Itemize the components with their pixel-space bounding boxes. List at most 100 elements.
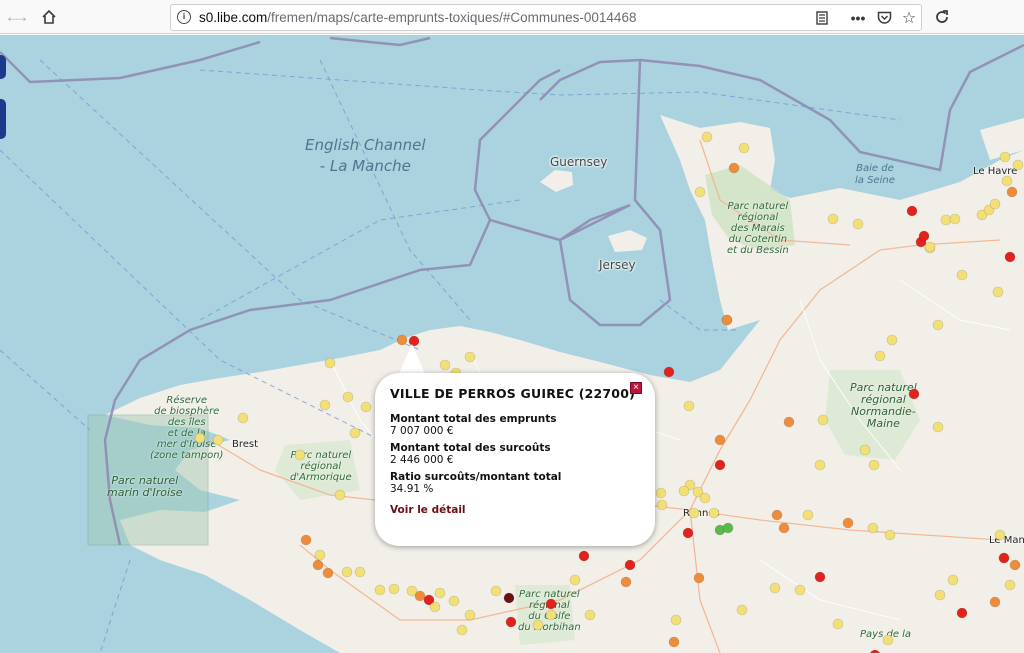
commune-marker[interactable]: [867, 522, 879, 534]
commune-marker[interactable]: [1001, 175, 1013, 187]
commune-marker[interactable]: [1006, 186, 1018, 198]
commune-marker[interactable]: [842, 517, 854, 529]
commune-marker[interactable]: [994, 529, 1006, 541]
commune-marker[interactable]: [874, 350, 886, 362]
commune-marker[interactable]: [1009, 559, 1021, 571]
commune-marker[interactable]: [999, 151, 1011, 163]
commune-marker[interactable]: [314, 549, 326, 561]
commune-marker[interactable]: [924, 241, 936, 253]
commune-marker[interactable]: [505, 616, 517, 628]
commune-marker[interactable]: [932, 319, 944, 331]
map-canvas[interactable]: English Channel - La Manche Baie de la S…: [0, 35, 1024, 653]
commune-marker[interactable]: [956, 607, 968, 619]
commune-marker[interactable]: [694, 186, 706, 198]
commune-marker[interactable]: [1004, 251, 1016, 263]
commune-marker[interactable]: [699, 492, 711, 504]
commune-marker[interactable]: [237, 412, 249, 424]
commune-marker[interactable]: [545, 598, 557, 610]
commune-marker[interactable]: [989, 198, 1001, 210]
commune-marker[interactable]: [300, 534, 312, 546]
commune-marker[interactable]: [342, 391, 354, 403]
bookmark-star-icon[interactable]: ☆: [898, 8, 920, 28]
commune-marker[interactable]: [212, 434, 224, 446]
commune-marker[interactable]: [688, 507, 700, 519]
commune-marker[interactable]: [693, 572, 705, 584]
commune-marker[interactable]: [817, 414, 829, 426]
reader-view-icon[interactable]: [811, 8, 833, 28]
commune-marker[interactable]: [814, 571, 826, 583]
commune-marker[interactable]: [532, 619, 544, 631]
commune-marker[interactable]: [949, 213, 961, 225]
commune-marker[interactable]: [992, 286, 1004, 298]
commune-marker[interactable]: [714, 459, 726, 471]
commune-marker[interactable]: [464, 609, 476, 621]
commune-marker[interactable]: [349, 427, 361, 439]
commune-marker[interactable]: [778, 522, 790, 534]
commune-marker[interactable]: [794, 584, 806, 596]
commune-marker[interactable]: [545, 609, 557, 621]
forward-arrow-icon[interactable]: →: [8, 4, 34, 30]
commune-marker[interactable]: [624, 559, 636, 571]
commune-marker[interactable]: [663, 366, 675, 378]
commune-marker[interactable]: [360, 401, 372, 413]
popup-close-icon[interactable]: ×: [630, 382, 642, 394]
commune-marker[interactable]: [319, 399, 331, 411]
commune-marker[interactable]: [194, 432, 206, 444]
commune-marker[interactable]: [490, 585, 502, 597]
commune-marker[interactable]: [683, 400, 695, 412]
commune-marker[interactable]: [989, 596, 1001, 608]
commune-marker[interactable]: [884, 529, 896, 541]
page-actions-icon[interactable]: •••: [847, 8, 869, 28]
commune-marker[interactable]: [932, 421, 944, 433]
commune-marker[interactable]: [354, 566, 366, 578]
commune-marker[interactable]: [956, 269, 968, 281]
commune-marker[interactable]: [802, 509, 814, 521]
commune-marker[interactable]: [334, 489, 346, 501]
commune-marker[interactable]: [464, 351, 476, 363]
see-detail-link[interactable]: Voir le détail: [390, 504, 466, 516]
pocket-icon[interactable]: [873, 8, 895, 28]
home-icon[interactable]: [36, 4, 62, 30]
commune-marker[interactable]: [341, 566, 353, 578]
commune-marker[interactable]: [714, 434, 726, 446]
commune-marker[interactable]: [456, 624, 468, 636]
commune-marker[interactable]: [934, 589, 946, 601]
commune-marker[interactable]: [738, 142, 750, 154]
commune-marker[interactable]: [670, 614, 682, 626]
commune-marker[interactable]: [294, 449, 306, 461]
commune-marker[interactable]: [448, 595, 460, 607]
commune-marker[interactable]: [868, 459, 880, 471]
commune-marker[interactable]: [324, 357, 336, 369]
commune-marker[interactable]: [701, 131, 713, 143]
commune-marker[interactable]: [827, 213, 839, 225]
commune-marker[interactable]: [947, 574, 959, 586]
commune-marker[interactable]: [882, 634, 894, 646]
commune-marker[interactable]: [886, 334, 898, 346]
commune-marker[interactable]: [736, 604, 748, 616]
commune-marker[interactable]: [814, 459, 826, 471]
commune-marker[interactable]: [668, 636, 680, 648]
commune-marker[interactable]: [728, 162, 740, 174]
commune-marker[interactable]: [918, 230, 930, 242]
commune-marker[interactable]: [429, 601, 441, 613]
commune-marker[interactable]: [908, 388, 920, 400]
commune-marker[interactable]: [859, 444, 871, 456]
reload-icon[interactable]: [929, 4, 955, 30]
commune-marker[interactable]: [783, 416, 795, 428]
commune-marker[interactable]: [620, 576, 632, 588]
commune-marker[interactable]: [322, 567, 334, 579]
commune-marker[interactable]: [708, 507, 720, 519]
commune-marker[interactable]: [1012, 159, 1024, 171]
commune-marker[interactable]: [906, 205, 918, 217]
commune-marker[interactable]: [722, 522, 734, 534]
commune-marker[interactable]: [1004, 579, 1016, 591]
commune-marker[interactable]: [414, 590, 426, 602]
commune-marker[interactable]: [312, 559, 324, 571]
commune-marker[interactable]: [656, 499, 668, 511]
commune-marker[interactable]: [721, 314, 733, 326]
commune-marker[interactable]: [771, 509, 783, 521]
url-text[interactable]: s0.libe.com/fremen/maps/carte-emprunts-t…: [199, 10, 636, 25]
commune-marker[interactable]: [439, 359, 451, 371]
commune-marker[interactable]: [940, 214, 952, 226]
commune-marker[interactable]: [578, 550, 590, 562]
